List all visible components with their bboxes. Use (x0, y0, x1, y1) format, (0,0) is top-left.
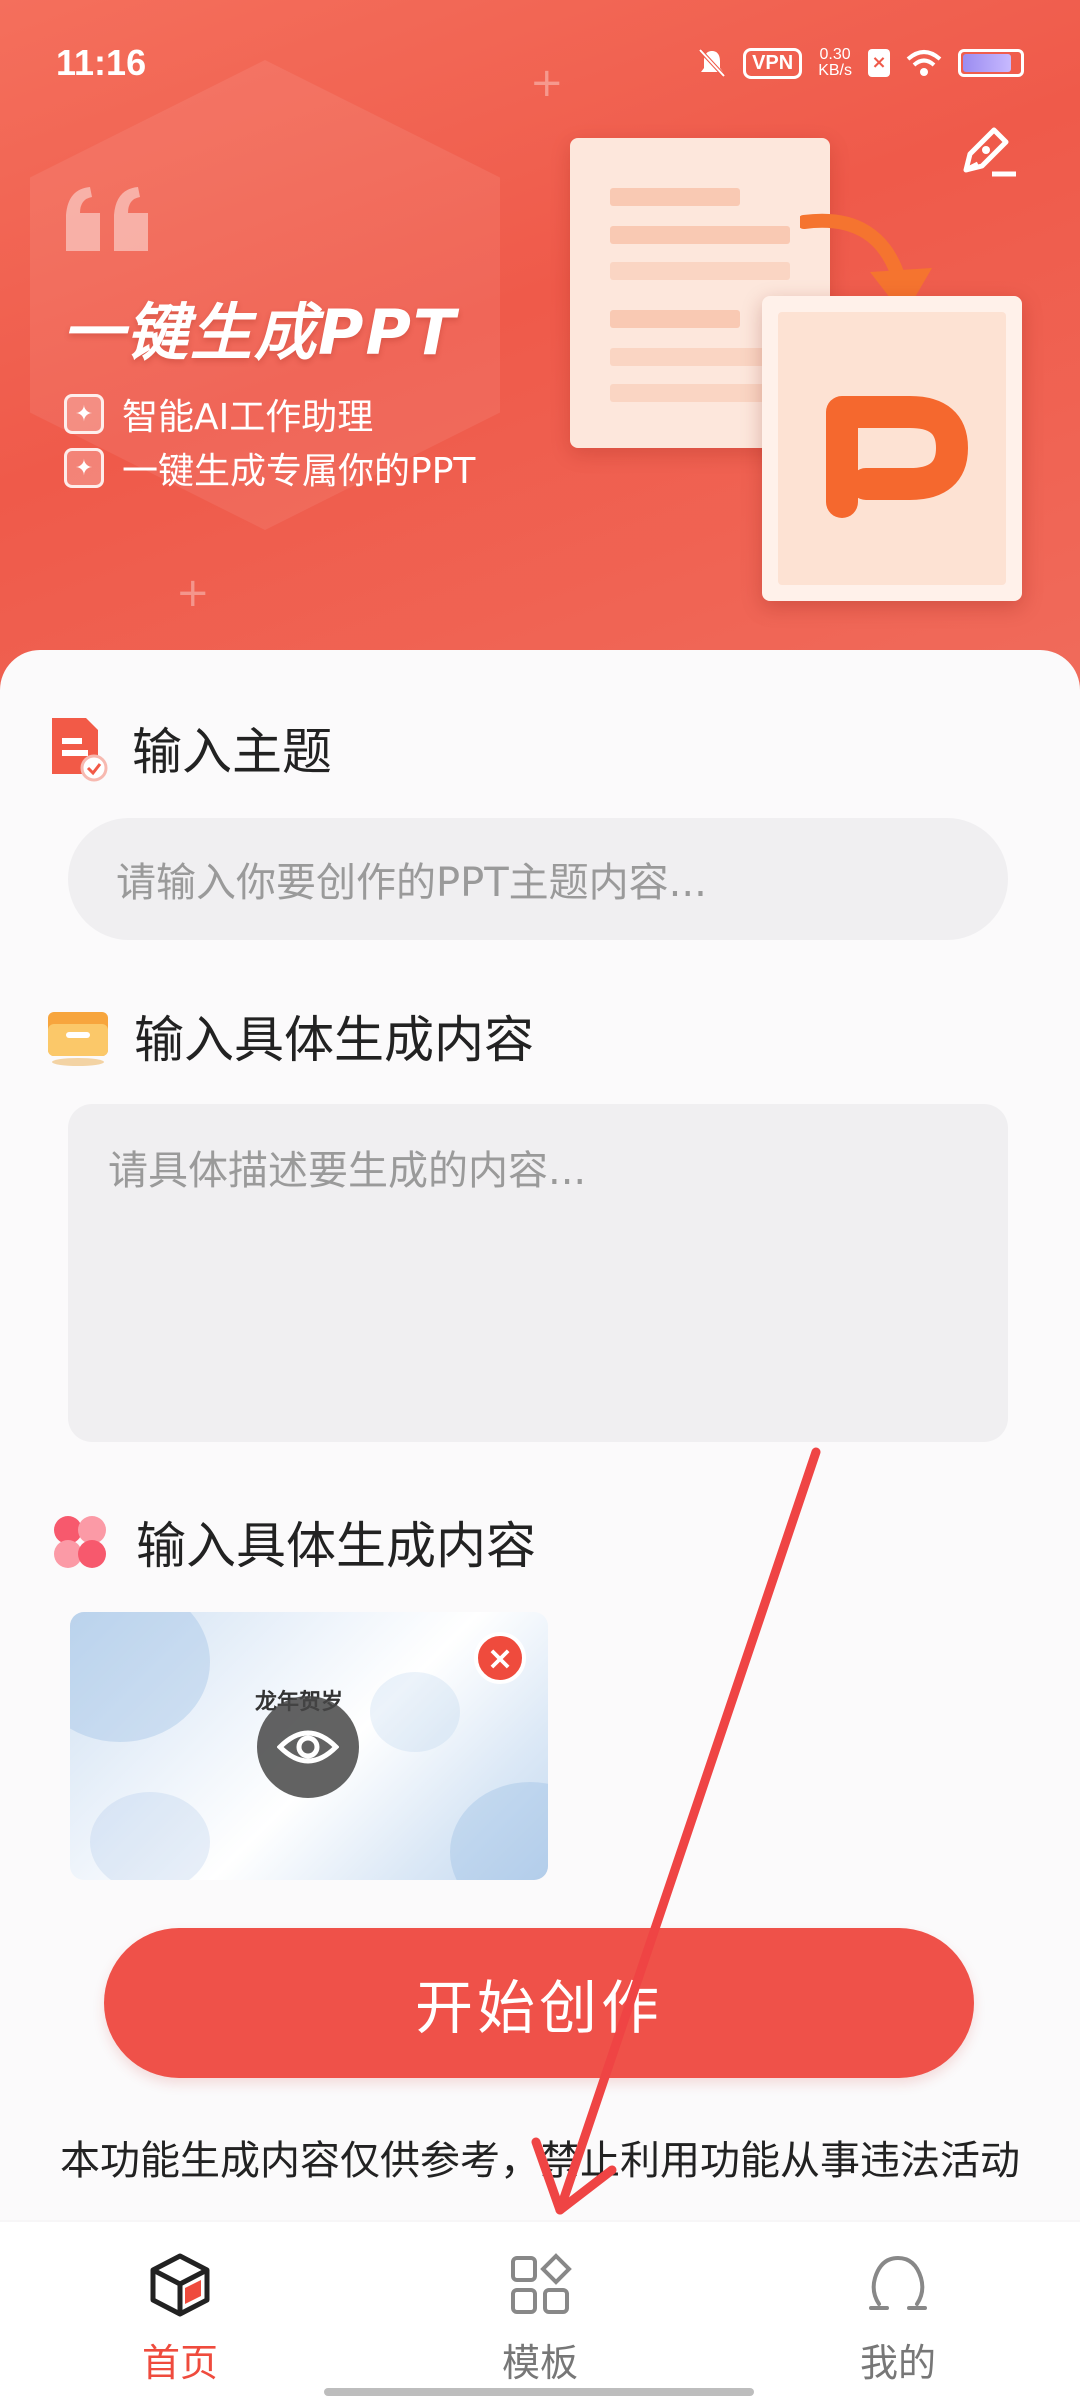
ppt-illustration (762, 296, 1022, 601)
hero-title: 一键生成PPT (62, 296, 458, 369)
hero-feature: ✦ 一键生成专属你的PPT (64, 442, 475, 494)
hero-feature: ✦ 智能AI工作助理 (64, 388, 373, 440)
template-section-title: 输入具体生成内容 (46, 1506, 536, 1578)
person-icon (869, 2255, 927, 2310)
grid-icon (511, 2253, 572, 2314)
sim-off-icon: × (868, 49, 890, 77)
star-badge-icon: ✦ (64, 394, 104, 434)
topic-input-placeholder: 请输入你要创作的PPT主题内容... (116, 860, 707, 906)
remove-template-icon[interactable]: × (474, 1632, 526, 1684)
status-bar: 11:16 VPN 0.30 KB/s × (56, 38, 1024, 88)
flower-pink-icon (54, 1516, 106, 1568)
quote-mark-icon (66, 187, 148, 251)
hero-banner: + + 11:16 VPN 0.30 KB/s × 一键生成PPT ✦ 智能AI… (0, 0, 1080, 700)
vpn-badge: VPN (743, 47, 803, 79)
home-cube-icon (150, 2253, 210, 2317)
document-red-icon (52, 718, 108, 782)
content-section-title: 输入具体生成内容 (44, 1000, 534, 1072)
gesture-home-bar[interactable] (324, 2388, 754, 2396)
edit-pen-icon[interactable] (956, 118, 1020, 182)
wifi-icon (906, 50, 942, 76)
content-textarea-placeholder: 请具体描述要生成的内容... (108, 1148, 587, 1194)
plus-decor-icon: + (176, 570, 210, 616)
start-create-button[interactable]: 开始创作 (104, 1928, 974, 2078)
topic-input[interactable]: 请输入你要创作的PPT主题内容... (68, 818, 1008, 940)
nav-item-templates[interactable]: 模板 (440, 2252, 640, 2387)
ppt-p-logo-icon (826, 396, 968, 518)
status-time: 11:16 (56, 42, 147, 83)
content-textarea[interactable]: 请具体描述要生成的内容... (68, 1104, 1008, 1442)
bell-muted-icon (698, 48, 726, 78)
preview-eye-icon[interactable] (257, 1696, 359, 1798)
network-speed: 0.30 KB/s (818, 46, 852, 79)
nav-item-home[interactable]: 首页 (80, 2252, 280, 2387)
star-badge-icon: ✦ (64, 448, 104, 488)
nav-item-profile[interactable]: 我的 (798, 2252, 998, 2387)
folder-orange-icon (48, 1012, 108, 1066)
bottom-nav: 首页 模板 我的 (0, 2222, 1080, 2408)
topic-section-title: 输入主题 (42, 712, 332, 784)
battery-icon (958, 49, 1024, 77)
disclaimer-text: 本功能生成内容仅供参考，禁止利用功能从事违法活动 (60, 2138, 1020, 2184)
